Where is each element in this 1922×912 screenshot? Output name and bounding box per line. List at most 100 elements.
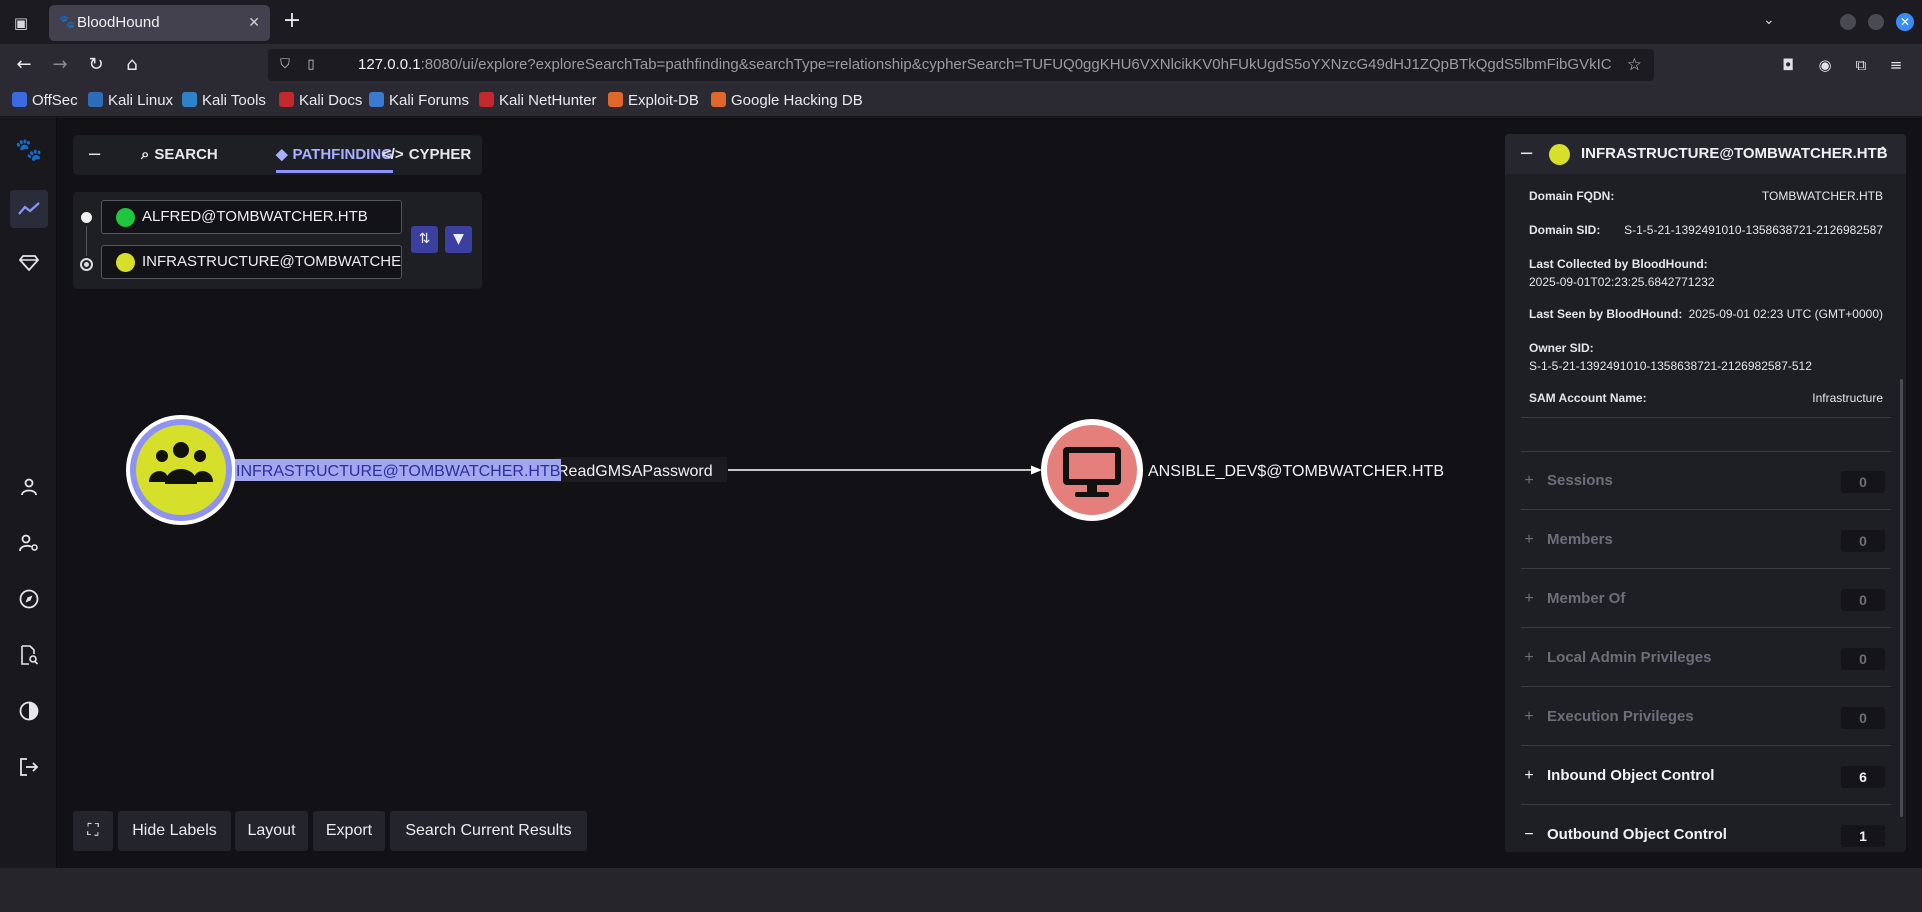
section-count-badge: 0	[1841, 589, 1885, 611]
bookmark-star-icon[interactable]: ☆	[1627, 55, 1642, 75]
bookmark-offsec[interactable]: OffSec	[12, 86, 78, 116]
left-nav-rail: 🐾	[0, 118, 57, 868]
edge-arrowhead	[1031, 465, 1042, 475]
collapse-search-panel-icon[interactable]: −	[87, 135, 102, 175]
prop-key: Last Collected by BloodHound:	[1529, 257, 1708, 271]
tab-pathfinding-label: PATHFINDING	[292, 146, 393, 163]
home-icon[interactable]: ⌂	[120, 53, 144, 77]
section-execution-privileges[interactable]: + Execution Privileges 0	[1521, 697, 1891, 737]
dark-mode-toggle-icon[interactable]	[10, 692, 48, 730]
bookmark-exploit-db[interactable]: Exploit-DB	[608, 86, 699, 116]
extensions-icon[interactable]: ⧉	[1850, 54, 1872, 76]
end-node-target-icon	[80, 258, 93, 271]
start-node-input[interactable]: ALFRED@TOMBWATCHER.HTB	[101, 200, 402, 234]
crop-fit-icon[interactable]: ⛶	[73, 811, 113, 851]
section-sessions[interactable]: + Sessions 0	[1521, 461, 1891, 501]
browser-tab-bloodhound[interactable]: 🐾 BloodHound ✕	[49, 5, 270, 41]
prop-key: Last Seen by BloodHound:	[1529, 307, 1683, 321]
hide-labels-button[interactable]: Hide Labels	[118, 811, 231, 851]
group-management-diamond-icon[interactable]	[10, 244, 48, 282]
bloodhound-favicon-icon: 🐾	[59, 15, 76, 30]
bookmark-label: Kali NetHunter	[499, 92, 597, 109]
expand-plus-icon: +	[1524, 590, 1534, 607]
explore-nav-icon[interactable]	[10, 190, 48, 228]
section-local-admin-privileges[interactable]: + Local Admin Privileges 0	[1521, 638, 1891, 678]
collapse-all-chevron-icon[interactable]: ⌃	[1876, 134, 1890, 174]
shield-icon[interactable]: ⛉	[276, 56, 294, 74]
new-tab-icon[interactable]: +	[280, 10, 304, 34]
divider	[1521, 745, 1891, 746]
bookmark-kali-docs[interactable]: Kali Docs	[279, 86, 362, 116]
divider	[1521, 417, 1891, 418]
bloodhound-logo-icon[interactable]: 🐾	[10, 138, 48, 168]
list-all-tabs-chevron-icon[interactable]: ⌄	[1763, 12, 1775, 28]
user-settings-icon[interactable]	[10, 524, 48, 562]
search-current-results-button[interactable]: Search Current Results	[390, 811, 587, 851]
bookmark-label: Kali Docs	[299, 92, 363, 109]
prop-domain-sid: Domain SID: S-1-5-21-1392491010-13586387…	[1529, 223, 1883, 237]
bookmark-kali-tools[interactable]: Kali Tools	[182, 86, 266, 116]
bookmark-kali-linux[interactable]: Kali Linux	[88, 86, 173, 116]
end-node-input[interactable]: INFRASTRUCTURE@TOMBWATCHER.H	[101, 245, 402, 279]
google-hacking-db-icon	[711, 92, 726, 107]
prop-key: Domain FQDN:	[1529, 189, 1615, 203]
tab-overview-icon[interactable]: ▣	[10, 12, 32, 34]
close-window-icon[interactable]: ✕	[1896, 13, 1914, 31]
url-bar[interactable]: ⛉ ▯ 127.0.0.1:8080/ui/explore?exploreSea…	[268, 49, 1654, 81]
document-search-icon[interactable]	[10, 636, 48, 674]
compass-icon[interactable]	[10, 580, 48, 618]
pocket-icon[interactable]: ◘	[1777, 54, 1799, 76]
section-outbound-object-control[interactable]: − Outbound Object Control 1	[1521, 815, 1891, 852]
minimize-window-icon[interactable]	[1840, 14, 1856, 30]
bottom-status-strip	[0, 868, 1922, 912]
section-count-badge: 0	[1841, 530, 1885, 552]
logout-icon[interactable]	[10, 748, 48, 786]
tab-search[interactable]: ⌕ SEARCH	[141, 135, 218, 175]
expand-plus-icon: +	[1524, 472, 1534, 489]
layout-button[interactable]: Layout	[235, 811, 308, 851]
code-brackets-icon: </>	[382, 146, 404, 163]
explore-tab-panel: − ⌕ SEARCH ◆ PATHFINDING </> CYPHER	[73, 135, 482, 175]
divider	[1521, 568, 1891, 569]
bookmark-label: Kali Linux	[108, 92, 174, 109]
edge-label[interactable]: ReadGMSAPassword	[557, 463, 713, 480]
kali-forums-icon	[369, 92, 384, 107]
section-member-of[interactable]: + Member Of 0	[1521, 579, 1891, 619]
url-text[interactable]: 127.0.0.1:8080/ui/explore?exploreSearchT…	[358, 49, 1618, 81]
entity-panel-header: − INFRASTRUCTURE@TOMBWATCHER.HTB ⌃	[1505, 134, 1906, 174]
entity-panel-scrollbar[interactable]	[1900, 379, 1903, 817]
back-icon[interactable]: ←	[12, 53, 36, 77]
tab-pathfinding[interactable]: ◆ PATHFINDING	[276, 135, 393, 173]
bookmark-google-hacking-db[interactable]: Google Hacking DB	[711, 86, 863, 116]
divider	[1521, 686, 1891, 687]
pathfinding-panel: ALFRED@TOMBWATCHER.HTB INFRASTRUCTURE@TO…	[73, 192, 482, 289]
maximize-window-icon[interactable]	[1868, 14, 1884, 30]
menu-hamburger-icon[interactable]: ≡	[1885, 54, 1907, 76]
target-node-label[interactable]: ANSIBLE_DEV$@TOMBWATCHER.HTB	[1148, 463, 1444, 480]
kali-nethunter-icon	[479, 92, 494, 107]
expand-plus-icon: +	[1524, 708, 1534, 725]
kali-docs-icon	[279, 92, 294, 107]
section-members[interactable]: + Members 0	[1521, 520, 1891, 560]
start-node-value: ALFRED@TOMBWATCHER.HTB	[142, 208, 368, 225]
collapse-entity-panel-icon[interactable]: −	[1519, 134, 1534, 174]
swap-nodes-icon[interactable]: ⇅	[411, 226, 438, 253]
forward-icon[interactable]: →	[48, 53, 72, 77]
account-icon[interactable]: ◉	[1814, 54, 1836, 76]
prop-last-seen: Last Seen by BloodHound: 2025-09-01 02:2…	[1529, 307, 1883, 321]
prop-key: Domain SID:	[1529, 223, 1601, 237]
export-button[interactable]: Export	[313, 811, 385, 851]
source-node-label[interactable]: INFRASTRUCTURE@TOMBWATCHER.HTB	[236, 463, 560, 480]
page-info-icon[interactable]: ▯	[302, 56, 320, 74]
edge-filter-funnel-icon[interactable]: ▼	[445, 226, 472, 253]
section-inbound-object-control[interactable]: + Inbound Object Control 6	[1521, 756, 1891, 796]
end-node-value: INFRASTRUCTURE@TOMBWATCHER.H	[142, 253, 402, 270]
reload-icon[interactable]: ↻	[84, 53, 108, 77]
profile-user-icon[interactable]	[10, 468, 48, 506]
tab-close-icon[interactable]: ✕	[248, 5, 260, 41]
bookmark-kali-nethunter[interactable]: Kali NetHunter	[479, 86, 597, 116]
tab-cypher[interactable]: </> CYPHER	[382, 135, 471, 175]
url-host: 127.0.0.1	[358, 56, 421, 73]
browser-tab-bar: ▣ 🐾 BloodHound ✕ + ⌄ ✕	[0, 0, 1922, 44]
bookmark-kali-forums[interactable]: Kali Forums	[369, 86, 469, 116]
